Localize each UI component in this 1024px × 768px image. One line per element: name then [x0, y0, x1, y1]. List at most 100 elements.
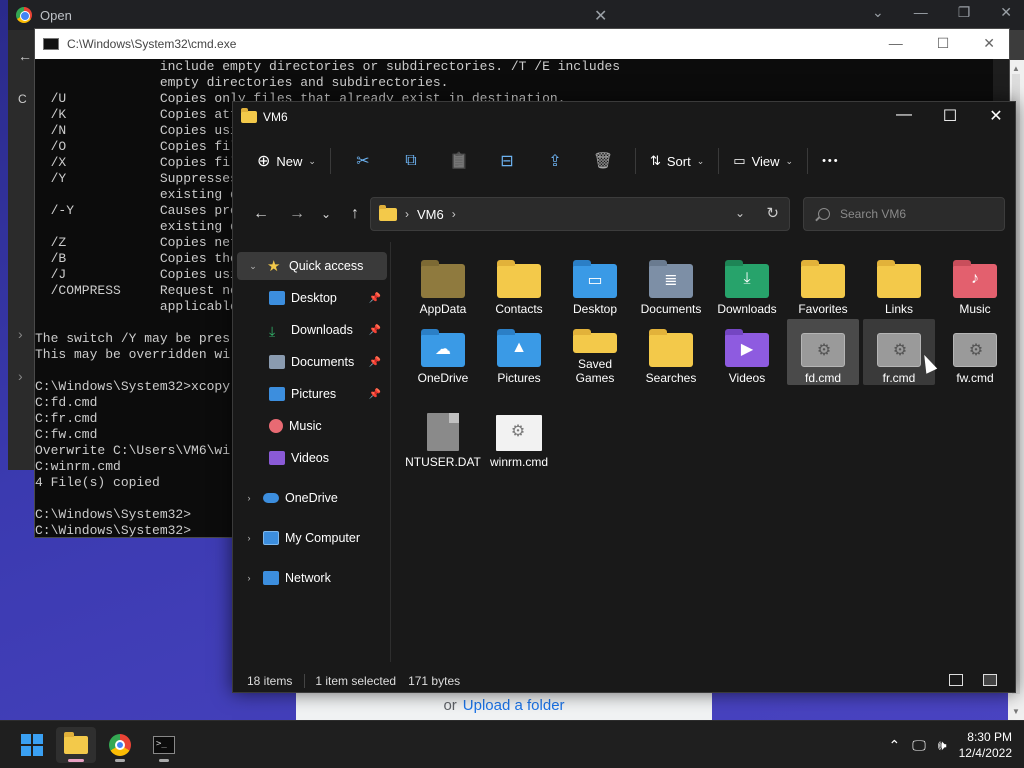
breadcrumb-separator[interactable]: ›	[405, 207, 409, 221]
gear-file-icon: ⚙	[801, 333, 845, 367]
minimize-button[interactable]: —	[895, 106, 913, 126]
file-item[interactable]: ≣ Documents	[635, 250, 707, 316]
file-item[interactable]: NTUSER.DAT	[405, 403, 481, 469]
close-button[interactable]: ✕	[1000, 4, 1012, 21]
volume-icon[interactable]: 🕪	[938, 737, 947, 754]
taskbar-file-explorer[interactable]	[56, 727, 96, 763]
nav-item-onedrive[interactable]: › OneDrive	[233, 484, 389, 512]
file-name: Saved Games	[575, 357, 615, 385]
view-label: View	[751, 153, 780, 169]
chevron-down-icon: ⌄	[785, 155, 794, 166]
scroll-down-icon[interactable]: ▼	[1012, 707, 1020, 716]
nav-item-desktop[interactable]: Desktop 📌	[233, 284, 389, 312]
view-button[interactable]: ▭ View ⌄	[727, 145, 799, 177]
file-item[interactable]: ⚙ fd.cmd	[787, 319, 859, 385]
folder-icon: ≣	[649, 260, 693, 298]
file-item[interactable]: ▲ Pictures	[483, 319, 555, 385]
command-bar: ⊕ New ⌄ ✂ ⧉ 📋 ⊟ ⇪ 🗑 ⇅ Sort ⌄ ▭ View ⌄ ••…	[233, 140, 1015, 182]
copy-button[interactable]: ⧉	[387, 145, 435, 177]
delete-button[interactable]: 🗑	[579, 145, 627, 177]
file-item[interactable]: AppData	[407, 250, 479, 316]
file-item[interactable]: Contacts	[483, 250, 555, 316]
chevron-down-icon[interactable]: ⌄	[872, 4, 884, 21]
nav-item-videos[interactable]: Videos	[233, 444, 389, 472]
file-item[interactable]: ⚙ fr.cmd	[863, 319, 935, 385]
nav-label: My Computer	[285, 531, 361, 545]
restore-button[interactable]: ❐	[958, 4, 971, 21]
folder-icon	[573, 329, 617, 353]
nav-item-pictures[interactable]: Pictures 📌	[233, 380, 389, 408]
clock-date: 12/4/2022	[958, 746, 1012, 760]
maximize-button[interactable]: ☐	[937, 35, 950, 52]
nav-item-network[interactable]: › Network	[233, 564, 389, 592]
file-item[interactable]: ☁ OneDrive	[407, 319, 479, 385]
file-item[interactable]: Links	[863, 250, 935, 316]
nav-item-downloads[interactable]: ⤓ Downloads 📌	[233, 316, 389, 344]
toolbar-divider	[329, 148, 331, 174]
nav-label: Videos	[291, 451, 329, 465]
file-item[interactable]: ⤓ Downloads	[711, 250, 783, 316]
sort-button[interactable]: ⇅ Sort ⌄	[644, 145, 710, 177]
address-history-chevron-icon[interactable]: ⌄	[735, 206, 745, 220]
chrome-icon	[109, 734, 131, 756]
share-button[interactable]: ⇪	[531, 145, 579, 177]
more-options-button[interactable]: •••	[816, 145, 846, 177]
chevron-right-icon[interactable]: ›	[18, 326, 23, 342]
file-item[interactable]: Saved Games	[559, 319, 631, 385]
large-icons-view-icon[interactable]	[983, 674, 997, 686]
dialog-close-icon[interactable]: ✕	[594, 6, 607, 26]
file-item[interactable]: ▭ Desktop	[559, 250, 631, 316]
nav-item-my-computer[interactable]: › My Computer	[233, 524, 389, 552]
file-item[interactable]: ♪ Music	[939, 250, 1011, 316]
explorer-titlebar: VM6 — ☐ ✕	[233, 102, 1015, 132]
paste-button[interactable]: 📋	[435, 145, 483, 177]
details-view-icon[interactable]	[949, 674, 963, 686]
minimize-button[interactable]: —	[889, 35, 903, 52]
start-button[interactable]	[12, 727, 52, 763]
rename-button[interactable]: ⊟	[483, 145, 531, 177]
maximize-button[interactable]: ☐	[941, 106, 959, 126]
close-button[interactable]: ✕	[987, 106, 1005, 126]
chrome-sidebar-strip: ← C › ›	[8, 30, 36, 470]
expand-chevron-icon[interactable]: ›	[241, 533, 257, 543]
file-name: Downloads	[717, 302, 777, 316]
nav-label: Pictures	[291, 387, 337, 401]
search-box[interactable]: Search VM6	[803, 197, 1005, 231]
file-item[interactable]: ⚙ winrm.cmd	[483, 403, 555, 469]
nav-item-documents[interactable]: Documents 📌	[233, 348, 389, 376]
address-bar[interactable]: › VM6 › ⌄ ↻	[370, 197, 790, 231]
scroll-up-icon[interactable]: ▲	[1012, 64, 1020, 73]
file-item[interactable]: Searches	[635, 319, 707, 385]
file-name: Desktop	[572, 302, 618, 316]
breadcrumb-vm6[interactable]: VM6	[417, 207, 444, 222]
breadcrumb-separator[interactable]: ›	[452, 207, 456, 221]
file-item[interactable]: ⚙ fw.cmd	[939, 319, 1011, 385]
chevron-down-icon: ⌄	[308, 155, 316, 166]
back-arrow-icon[interactable]: ←	[18, 48, 32, 64]
nav-item-music[interactable]: Music	[233, 412, 389, 440]
expand-chevron-icon[interactable]: ›	[241, 573, 257, 583]
network-icon[interactable]: 🖵	[912, 737, 926, 754]
taskbar-chrome[interactable]	[100, 727, 140, 763]
taskbar-cmd[interactable]: >_	[144, 727, 184, 763]
file-item[interactable]: ▶ Videos	[711, 319, 783, 385]
upload-folder-link[interactable]: Upload a folder	[463, 697, 565, 714]
refresh-letter[interactable]: C	[18, 92, 27, 106]
expand-chevron-icon[interactable]: ›	[241, 493, 257, 503]
folder-icon	[64, 732, 88, 754]
file-item[interactable]: Favorites	[787, 250, 859, 316]
refresh-icon[interactable]: ↻	[766, 204, 779, 222]
new-button[interactable]: ⊕ New ⌄	[251, 145, 322, 177]
collapse-chevron-icon[interactable]: ⌄	[245, 261, 261, 272]
clock[interactable]: 8:30 PM 12/4/2022	[959, 729, 1012, 761]
cut-button[interactable]: ✂	[339, 145, 387, 177]
up-button[interactable]: ↑	[339, 205, 371, 223]
chevron-right-icon[interactable]: ›	[18, 368, 23, 384]
show-hidden-icons-chevron-icon[interactable]: ⌃	[889, 737, 901, 754]
back-button[interactable]: ←	[245, 205, 277, 223]
close-button[interactable]: ✕	[983, 35, 995, 52]
minimize-button[interactable]: —	[914, 4, 928, 21]
nav-quick-access[interactable]: ⌄ ★ Quick access	[237, 252, 387, 280]
forward-button[interactable]: →	[281, 205, 313, 223]
recent-locations-button[interactable]: ⌄	[313, 207, 339, 221]
